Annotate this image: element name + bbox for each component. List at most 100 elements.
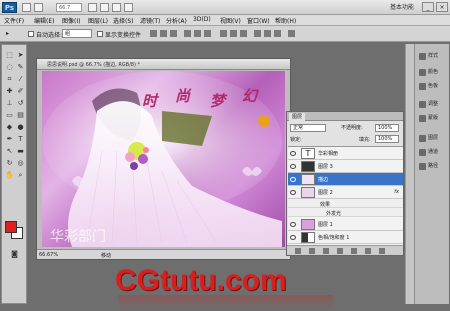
canvas[interactable]: 时 尚 梦 幻 华彩部门 [42, 71, 285, 247]
dock-adjustments[interactable]: 调整 [417, 98, 448, 110]
distribute-top-icon[interactable] [220, 30, 227, 37]
distribute-left-icon[interactable] [254, 30, 261, 37]
new-group-icon[interactable] [351, 248, 357, 254]
visibility-eye-icon[interactable] [290, 177, 296, 182]
menu-analysis[interactable]: 分析(A) [166, 16, 187, 25]
align-top-icon[interactable] [150, 30, 157, 37]
type-tool-icon[interactable]: T [16, 135, 25, 144]
new-adjustment-icon[interactable] [337, 248, 343, 254]
zoom-tool-icon[interactable]: ⌕ [16, 171, 25, 180]
layer-row[interactable]: T 华彩相册 [288, 147, 403, 160]
history-brush-icon[interactable]: ↺ [16, 99, 25, 108]
foreground-color-swatch[interactable] [5, 221, 17, 233]
layer-row-selected[interactable]: 描边 [288, 173, 403, 186]
hand-tool-icon[interactable]: ✋ [5, 171, 14, 180]
hand-tool-icon[interactable] [88, 3, 97, 12]
auto-select-dropdown[interactable]: 组 [62, 29, 92, 38]
distribute-bottom-icon[interactable] [240, 30, 247, 37]
distribute-middle-icon[interactable] [230, 30, 237, 37]
3d-orbit-icon[interactable]: ◎ [16, 159, 25, 168]
menu-image[interactable]: 图像(I) [62, 16, 80, 25]
link-layers-icon[interactable] [295, 248, 301, 254]
layer-row[interactable]: 图层 2 fx [288, 186, 403, 199]
marquee-tool-icon[interactable]: ⬚ [5, 51, 14, 60]
blur-icon[interactable]: ◆ [5, 123, 14, 132]
shape-tool-icon[interactable]: ▬ [16, 147, 25, 156]
healing-brush-icon[interactable]: ✚ [5, 87, 14, 96]
dock-color[interactable]: 颜色 [417, 66, 448, 78]
show-transform-checkbox[interactable] [97, 31, 103, 37]
crop-tool-icon[interactable]: ⌗ [5, 75, 14, 84]
path-select-icon[interactable]: ↖ [5, 147, 14, 156]
auto-align-icon[interactable] [288, 30, 295, 37]
layer-row[interactable]: 色相/饱和度 1 [288, 231, 403, 244]
distribute-center-icon[interactable] [264, 30, 271, 37]
menu-filter[interactable]: 滤镜(T) [140, 16, 160, 25]
align-bottom-icon[interactable] [170, 30, 177, 37]
fill-field[interactable]: 100% [375, 135, 399, 143]
move-tool-icon[interactable]: ➤ [16, 51, 25, 60]
zoom-level-field[interactable]: 66.7 [56, 3, 82, 12]
minibridge-icon[interactable] [34, 3, 43, 12]
bridge-icon[interactable] [22, 3, 31, 12]
visibility-eye-icon[interactable] [290, 235, 296, 240]
pen-tool-icon[interactable]: ✒ [5, 135, 14, 144]
minimize-button[interactable]: _ [422, 2, 434, 12]
align-middle-icon[interactable] [160, 30, 167, 37]
dock-collapse-strip[interactable] [405, 44, 414, 304]
dock-layers[interactable]: 图层 [417, 132, 448, 144]
auto-select-checkbox[interactable] [28, 31, 34, 37]
menu-window[interactable]: 窗口(W) [247, 16, 270, 25]
dock-paths[interactable]: 路径 [417, 160, 448, 172]
move-tool-icon[interactable]: ▸ [6, 30, 9, 37]
brush-tool-icon[interactable]: ✐ [16, 87, 25, 96]
new-layer-icon[interactable] [365, 248, 371, 254]
delete-layer-icon[interactable] [379, 248, 385, 254]
dodge-icon[interactable]: ● [16, 123, 25, 132]
distribute-right-icon[interactable] [274, 30, 281, 37]
quick-mask-icon[interactable]: ◙ [10, 250, 19, 259]
workspace-switcher[interactable]: 基本功能 [390, 2, 414, 11]
align-left-icon[interactable] [184, 30, 191, 37]
layer-row[interactable]: 图层 3 [288, 160, 403, 173]
menu-edit[interactable]: 编辑(E) [34, 16, 54, 25]
close-button[interactable]: × [436, 2, 448, 12]
eraser-icon[interactable]: ▭ [5, 111, 14, 120]
tab-layers[interactable]: 图层 [289, 113, 306, 121]
dock-styles[interactable]: 样式 [417, 50, 448, 62]
visibility-eye-icon[interactable] [290, 222, 296, 227]
align-center-icon[interactable] [194, 30, 201, 37]
3d-rotate-icon[interactable]: ↻ [5, 159, 14, 168]
clone-stamp-icon[interactable]: ⊥ [5, 99, 14, 108]
add-style-icon[interactable] [309, 248, 315, 254]
dock-channels[interactable]: 通道 [417, 146, 448, 158]
blend-mode-dropdown[interactable]: 正常 [290, 124, 326, 132]
add-mask-icon[interactable] [323, 248, 329, 254]
outer-glow-row[interactable]: 外发光 [288, 208, 403, 217]
visibility-eye-icon[interactable] [290, 151, 296, 156]
grid-icon[interactable] [112, 3, 121, 12]
document-tab[interactable]: 思思说明.psd @ 66.7% (描边, RGB/8) * [37, 59, 290, 70]
effects-row[interactable]: 效果 [288, 199, 403, 208]
visibility-eye-icon[interactable] [290, 190, 296, 195]
menu-3d[interactable]: 3D(D) [193, 16, 211, 23]
menu-view[interactable]: 视图(V) [220, 16, 241, 25]
lasso-tool-icon[interactable]: ◌ [5, 63, 14, 72]
dock-masks[interactable]: 蒙版 [417, 112, 448, 124]
menu-file[interactable]: 文件(F) [4, 16, 24, 25]
dock-swatches[interactable]: 色板 [417, 80, 448, 92]
align-right-icon[interactable] [204, 30, 211, 37]
menu-select[interactable]: 选择(S) [113, 16, 134, 25]
eyedropper-icon[interactable]: ⁄ [16, 75, 25, 84]
menu-help[interactable]: 帮助(H) [275, 16, 296, 25]
quick-select-icon[interactable]: ✎ [16, 63, 25, 72]
gradient-icon[interactable]: ▤ [16, 111, 25, 120]
opacity-field[interactable]: 100% [375, 124, 399, 132]
layer-row[interactable]: 图层 1 [288, 218, 403, 231]
menu-layer[interactable]: 图层(L) [88, 16, 108, 25]
status-zoom[interactable]: 66.67% [39, 252, 58, 258]
visibility-eye-icon[interactable] [290, 164, 296, 169]
zoom-tool-icon[interactable] [100, 3, 109, 12]
screen-mode-icon[interactable] [124, 3, 133, 12]
fx-icon[interactable]: fx [394, 189, 399, 195]
